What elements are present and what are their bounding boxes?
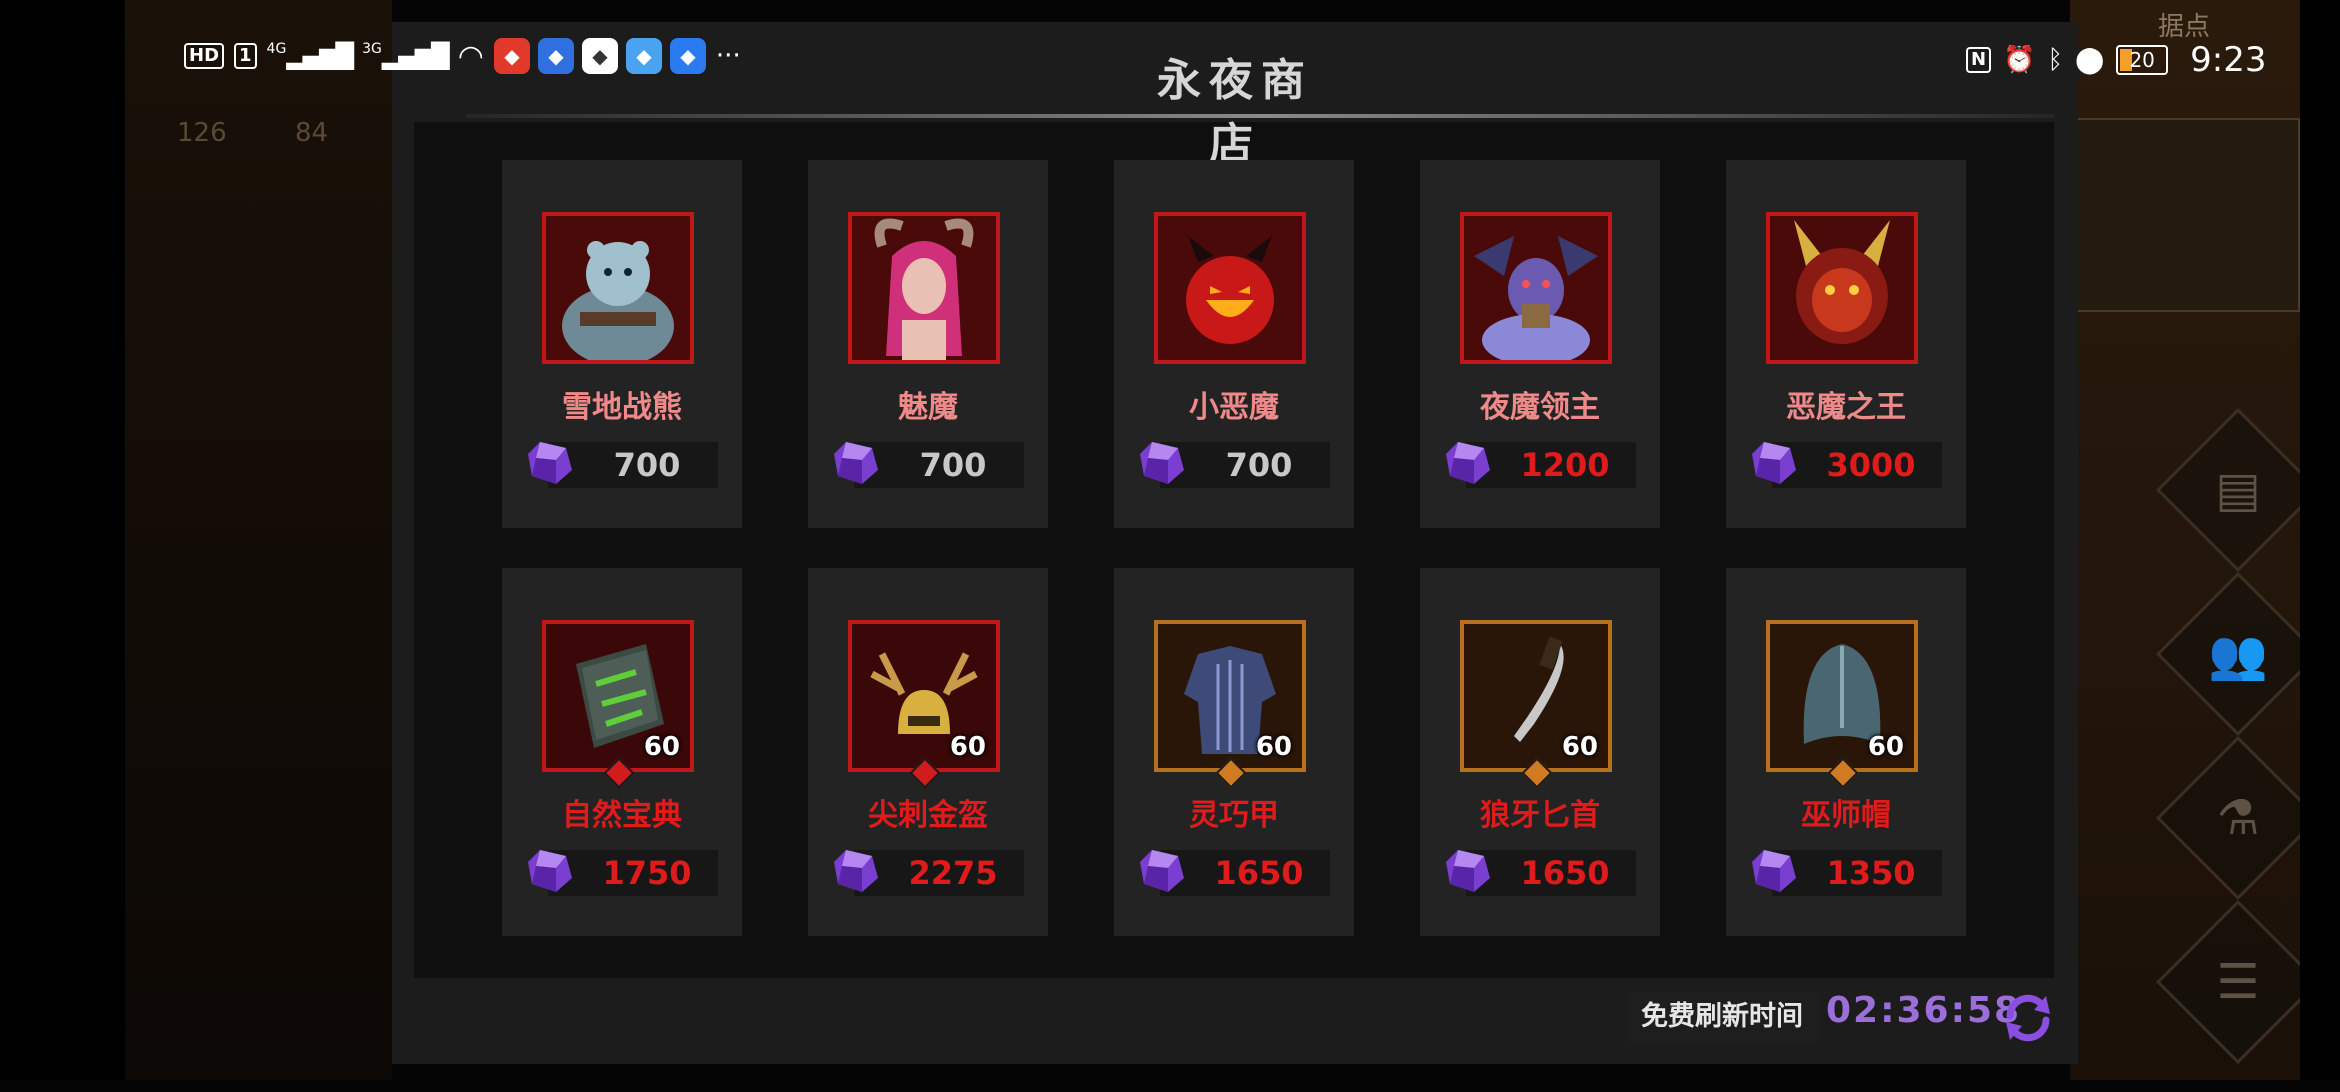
item-price: 1650 <box>1520 854 1610 892</box>
shop-item-card[interactable]: 60 尖刺金盔 2275 <box>808 568 1048 936</box>
item-name: 夜魔领主 <box>1480 390 1600 425</box>
u-app-icon: ◆ <box>537 38 574 74</box>
free-refresh-label: 免费刷新时间 <box>1626 992 1818 1042</box>
bluetooth-icon: ᛒ <box>2047 45 2064 75</box>
shop-item-card[interactable]: 雪地战熊 700 <box>502 160 742 528</box>
shop-item-card[interactable]: 60 巫师帽 1350 <box>1726 568 1966 936</box>
imp-portrait-icon <box>1154 212 1306 364</box>
item-name: 雪地战熊 <box>562 390 682 425</box>
item-price: 1650 <box>1214 854 1304 892</box>
battery-icon: 20 <box>2116 45 2169 75</box>
gem-currency-icon <box>1752 442 1796 484</box>
wifi-icon: ◠ <box>457 38 484 74</box>
spiked-gold-helm-icon: 60 <box>848 620 1000 772</box>
gem-currency-icon <box>1752 850 1796 892</box>
shop-item-card[interactable]: 60 自然宝典 1750 <box>502 568 742 936</box>
shop-item-card[interactable]: 60 灵巧甲 1650 <box>1114 568 1354 936</box>
signal-4g: 4G▂▄▆█ <box>266 41 355 70</box>
gem-currency-icon <box>1140 850 1184 892</box>
item-name: 小恶魔 <box>1189 390 1279 425</box>
hd-badge: HD <box>184 43 225 69</box>
item-price: 700 <box>613 446 681 484</box>
night-demon-lord-portrait-icon <box>1460 212 1612 364</box>
item-name: 自然宝典 <box>562 798 682 833</box>
notification-app-icons: ◆ ◆ ◆ ◆ ◆ <box>493 38 706 74</box>
people-icon: 👥 <box>2208 626 2268 683</box>
gem-currency-icon <box>1446 850 1490 892</box>
wolf-fang-dagger-icon: 60 <box>1460 620 1612 772</box>
gem-currency-icon <box>528 850 572 892</box>
nature-tome-icon: 60 <box>542 620 694 772</box>
status-bar: HD 1 4G▂▄▆█ 3G▂▄▆█ ◠ ◆ ◆ ◆ ◆ ◆ ··· N ⏰ ᛒ ⬤ 2… <box>0 0 2340 80</box>
item-level: 60 <box>1561 732 1598 762</box>
gem-currency-icon <box>834 850 878 892</box>
bulb-app-icon: ◆ <box>669 38 706 74</box>
shop-item-card[interactable]: 恶魔之王 3000 <box>1726 160 1966 528</box>
item-name: 灵巧甲 <box>1189 798 1279 833</box>
item-price: 3000 <box>1826 446 1916 484</box>
game-background-left: 126 84 <box>125 0 392 1080</box>
item-price: 1750 <box>602 854 692 892</box>
item-name: 狼牙匕首 <box>1480 798 1600 833</box>
item-price: 700 <box>1225 446 1293 484</box>
minimap[interactable] <box>2076 118 2300 312</box>
signal-bars-icon: ▂▄▆█ <box>286 42 354 70</box>
agile-armor-icon: 60 <box>1154 620 1306 772</box>
location-icon: ⬤ <box>2075 45 2105 75</box>
demon-king-portrait-icon <box>1766 212 1918 364</box>
more-notifications: ··· <box>715 41 741 71</box>
title-divider <box>466 114 2054 118</box>
refresh-icon[interactable] <box>2000 990 2056 1046</box>
signal-bars-icon: ▂▄▆█ <box>381 42 450 70</box>
list-icon: ☰ <box>2216 954 2260 1010</box>
gem-currency-icon <box>1140 442 1184 484</box>
gem-currency-icon <box>1446 442 1490 484</box>
screen-edge-right <box>2300 0 2340 1080</box>
item-name: 尖刺金盔 <box>868 798 988 833</box>
signal-3g: 3G▂▄▆█ <box>362 41 450 70</box>
gem-currency-icon <box>834 442 878 484</box>
status-left: HD 1 4G▂▄▆█ 3G▂▄▆█ ◠ ◆ ◆ ◆ ◆ ◆ ··· <box>184 38 741 74</box>
nfc-icon: N <box>1966 47 1992 73</box>
status-right: N ⏰ ᛒ ⬤ 20 9:23 <box>1966 40 2267 80</box>
item-price: 2275 <box>908 854 998 892</box>
alarm-icon: ⏰ <box>2003 45 2036 75</box>
taobao-app-icon: ◆ <box>493 38 530 74</box>
item-name: 恶魔之王 <box>1786 390 1906 425</box>
ball-app-icon: ◆ <box>581 38 618 74</box>
potion-icon: ⚗ <box>2216 790 2260 846</box>
screen-edge-left <box>0 0 125 1080</box>
puzzle-app-icon: ◆ <box>625 38 662 74</box>
shop-item-card[interactable]: 小恶魔 700 <box>1114 160 1354 528</box>
item-price: 1350 <box>1826 854 1916 892</box>
shop-item-card[interactable]: 魅魔 700 <box>808 160 1048 528</box>
item-level: 60 <box>1867 732 1904 762</box>
item-level: 60 <box>643 732 680 762</box>
item-name: 魅魔 <box>898 390 958 425</box>
scroll-icon: ▤ <box>2215 462 2261 518</box>
bg-stat-1: 126 <box>177 118 227 148</box>
shop-item-card[interactable]: 夜魔领主 1200 <box>1420 160 1660 528</box>
refresh-timer: 02:36:58 <box>1826 990 2022 1031</box>
snow-bear-portrait-icon <box>542 212 694 364</box>
succubus-portrait-icon <box>848 212 1000 364</box>
sim-badge: 1 <box>234 43 257 69</box>
item-name: 巫师帽 <box>1801 798 1891 833</box>
bg-stat-2: 84 <box>295 118 329 148</box>
item-level: 60 <box>949 732 986 762</box>
clock: 9:23 <box>2190 40 2267 80</box>
shop-item-card[interactable]: 60 狼牙匕首 1650 <box>1420 568 1660 936</box>
item-price: 1200 <box>1520 446 1610 484</box>
item-level: 60 <box>1255 732 1292 762</box>
item-price: 700 <box>919 446 987 484</box>
gem-currency-icon <box>528 442 572 484</box>
wizard-hat-icon: 60 <box>1766 620 1918 772</box>
